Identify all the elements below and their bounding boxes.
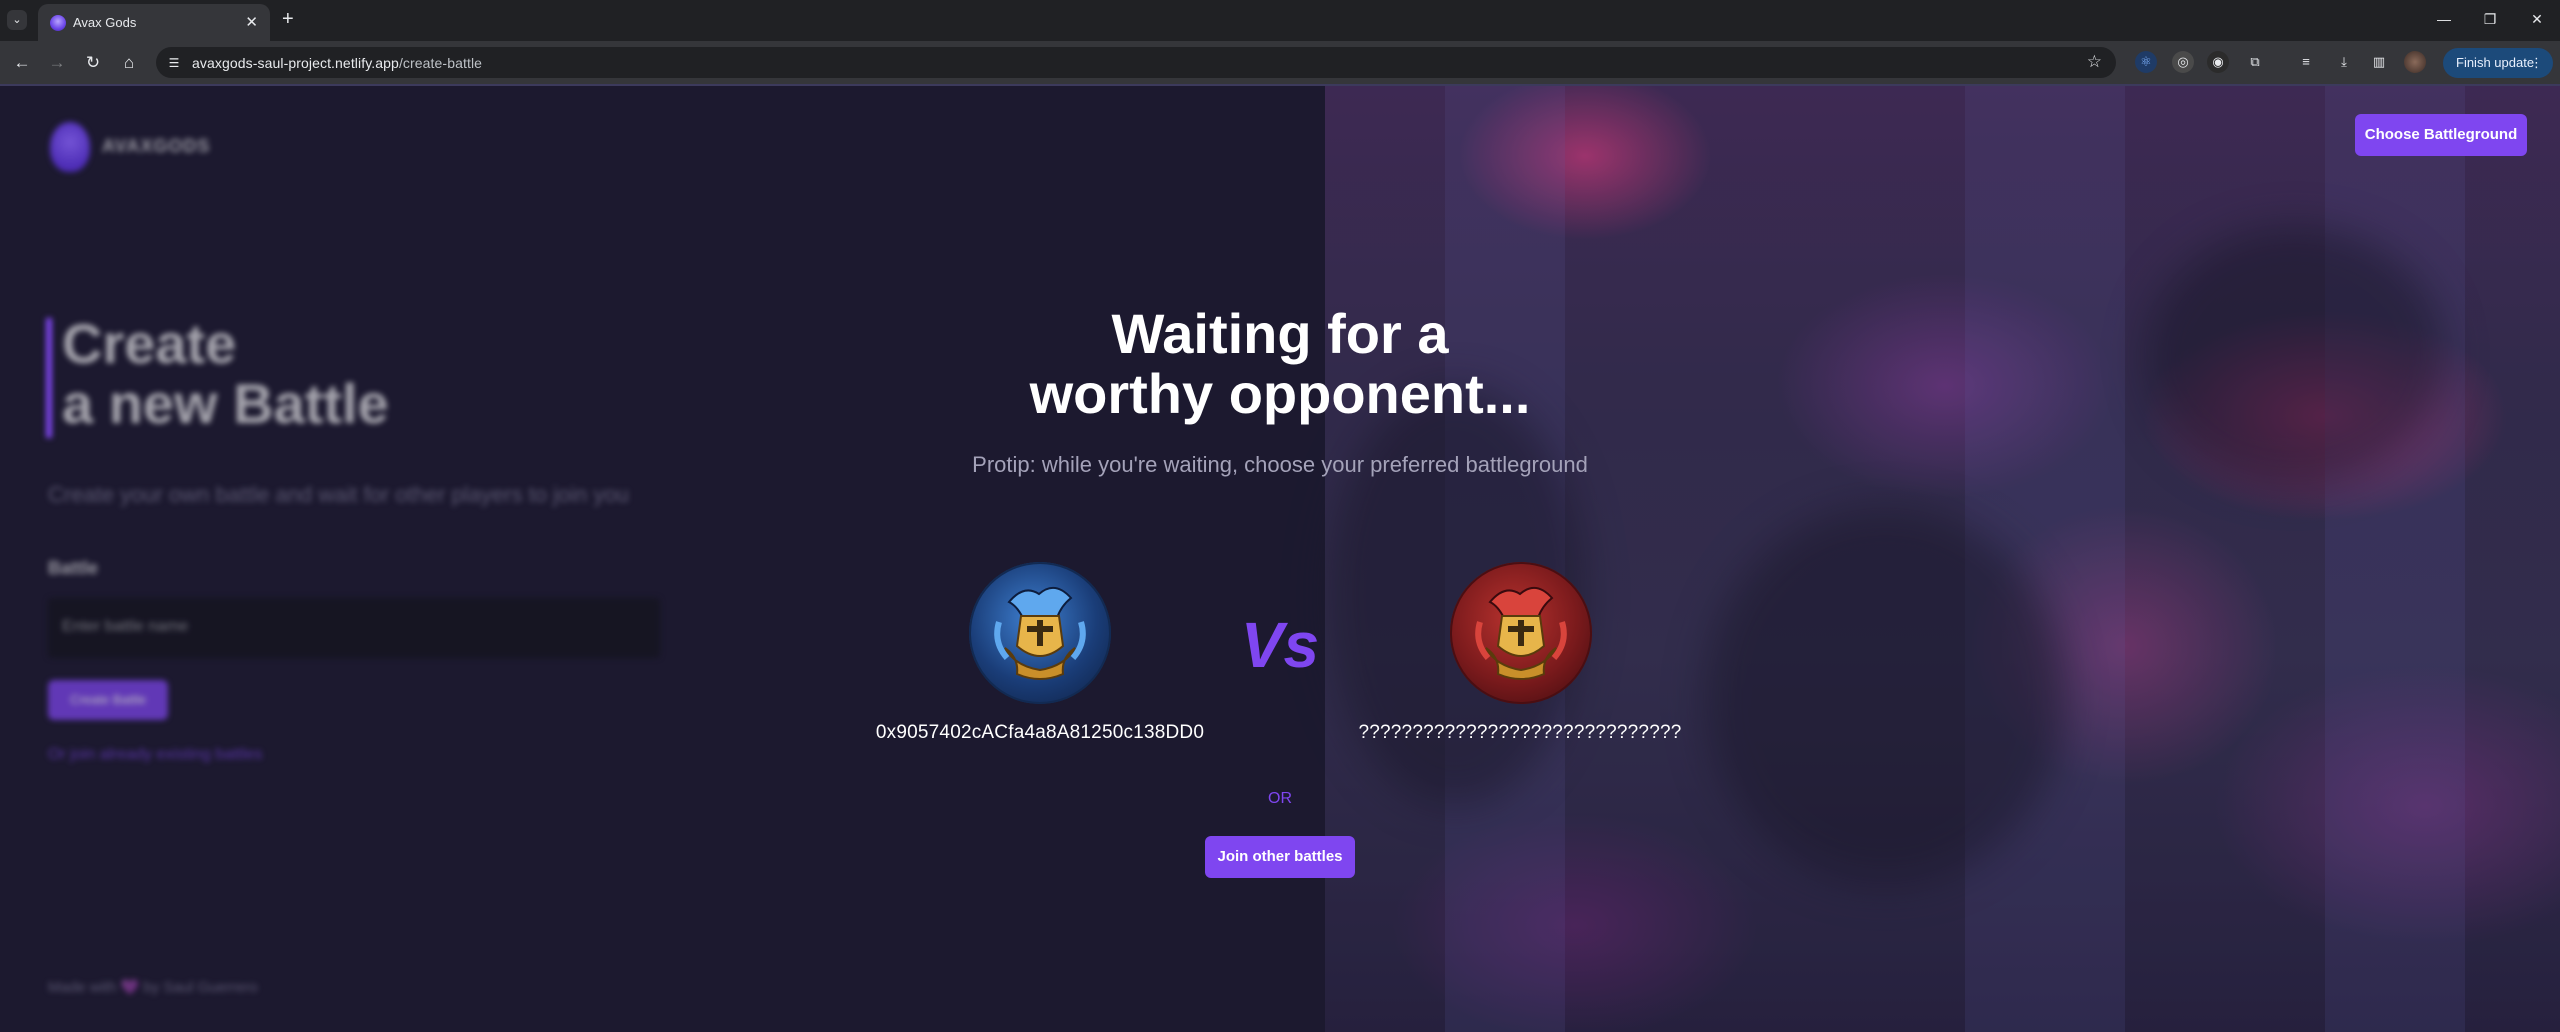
versus-label: Vs — [1240, 609, 1320, 681]
player2-address: ?????????????????????????????? — [1358, 722, 1682, 743]
minimize-icon[interactable]: — — [2424, 7, 2464, 31]
home-icon[interactable]: ⌂ — [117, 51, 141, 75]
reload-icon[interactable]: ↻ — [81, 51, 105, 75]
create-battle-title-line1: Create — [62, 312, 237, 375]
address-bar[interactable]: ☰ avaxgods-saul-project.netlify.app/crea… — [156, 47, 2116, 78]
avax-gods-favicon-icon — [50, 15, 66, 31]
profile-avatar[interactable] — [2404, 51, 2426, 73]
battle-input-label: Battle — [48, 558, 99, 578]
more-menu-icon[interactable]: ⋮ — [2530, 48, 2543, 78]
footer-credit: Made with 💜 by Saul Guerrero — [48, 979, 258, 996]
react-devtools-extension-icon[interactable]: ⚛ — [2135, 51, 2157, 73]
finish-update-button[interactable]: Finish update ⋮ — [2443, 48, 2553, 78]
create-battle-title: Create a new Battle — [62, 314, 389, 434]
forward-arrow-icon[interactable]: → — [45, 51, 69, 75]
title-accent-bar — [46, 318, 52, 438]
url-path: /create-battle — [398, 55, 483, 71]
tab-title: Avax Gods — [73, 15, 137, 30]
player2-knight-avatar — [1450, 562, 1592, 704]
create-battle-title-line2: a new Battle — [62, 372, 389, 435]
protip-text: Protip: while you're waiting, choose you… — [972, 452, 1588, 477]
waiting-headline: Waiting for a worthy opponent... — [880, 304, 1680, 424]
player1-knight-avatar — [969, 562, 1111, 704]
finish-update-label: Finish update — [2456, 55, 2535, 70]
browser-tab-active[interactable]: Avax Gods ✕ — [38, 4, 270, 41]
tab-close-icon[interactable]: ✕ — [245, 13, 258, 31]
tab-search-chevron-icon[interactable]: ⌄ — [7, 10, 27, 30]
restore-icon[interactable]: ❐ — [2470, 7, 2510, 31]
join-existing-battles-link[interactable]: Or join already existing battles — [48, 746, 262, 764]
battle-name-placeholder: Enter battle name — [62, 618, 189, 635]
blue-knight-icon — [994, 587, 1086, 680]
waiting-headline-line1: Waiting for a — [1111, 302, 1449, 365]
extensions-puzzle-icon[interactable]: ⧉ — [2244, 51, 2266, 73]
extension-icon[interactable]: ◉ — [2207, 51, 2229, 73]
bookmark-star-icon[interactable]: ☆ — [2087, 52, 2102, 72]
create-battle-subtitle: Create your own battle and wait for othe… — [48, 482, 629, 507]
create-battle-panel: AVAXGODS Create a new Battle Create your… — [0, 86, 700, 1032]
page-viewport: AVAXGODS Create a new Battle Create your… — [0, 84, 2560, 1032]
player1-address: 0x9057402cACfa4a8A81250c138DD0 — [875, 722, 1205, 743]
site-info-tune-icon[interactable]: ☰ — [164, 53, 184, 73]
chatgpt-extension-icon[interactable]: ◎ — [2172, 51, 2194, 73]
choose-battleground-button[interactable]: Choose Battleground — [2355, 114, 2527, 156]
media-controls-icon[interactable]: ≡ — [2295, 51, 2317, 73]
avax-gods-logo-icon — [50, 122, 90, 172]
side-panel-icon[interactable]: ▥ — [2368, 51, 2390, 73]
or-divider: OR — [1268, 790, 1292, 807]
waiting-headline-line2: worthy opponent... — [1029, 362, 1531, 425]
logo-text: AVAXGODS — [102, 136, 211, 156]
join-other-battles-button[interactable]: Join other battles — [1205, 836, 1355, 878]
url-host: avaxgods-saul-project.netlify.app — [192, 55, 399, 71]
window-close-icon[interactable]: ✕ — [2517, 7, 2557, 31]
url-text[interactable]: avaxgods-saul-project.netlify.app/create… — [192, 55, 482, 71]
back-arrow-icon[interactable]: ← — [10, 51, 34, 75]
create-battle-button[interactable]: Create Battle — [48, 680, 168, 720]
browser-toolbar: ← → ↻ ⌂ ☰ avaxgods-saul-project.netlify.… — [0, 41, 2560, 84]
downloads-icon[interactable]: ⤓ — [2333, 51, 2355, 73]
browser-tab-strip: ⌄ Avax Gods ✕ + — ❐ ✕ — [0, 0, 2560, 41]
red-knight-icon — [1475, 587, 1567, 680]
battle-name-input[interactable]: Enter battle name — [48, 598, 660, 658]
new-tab-plus-icon[interactable]: + — [282, 8, 294, 30]
